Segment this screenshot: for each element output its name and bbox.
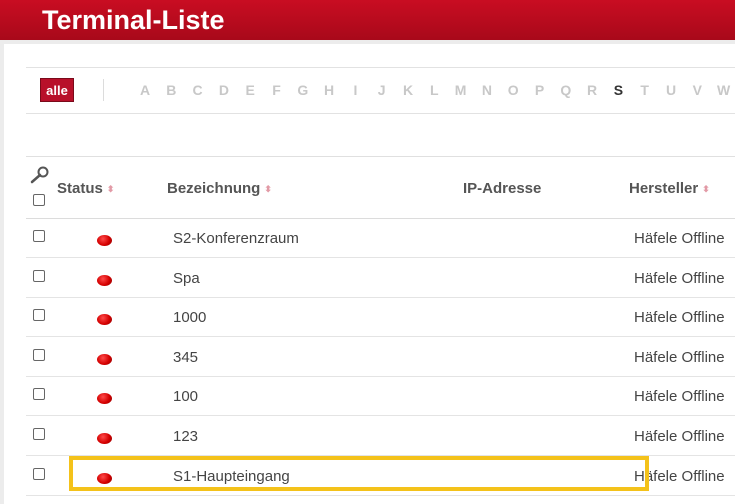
sort-icon[interactable]: ⬍ [107,184,115,194]
table-row[interactable]: Spa Häfele Offline [26,259,735,298]
status-offline-icon [97,393,112,405]
status-offline-icon [97,353,112,365]
letter-filter-a[interactable]: A [136,81,154,99]
letter-filter-f[interactable]: F [268,81,286,99]
filter-all-button[interactable]: alle [40,78,74,102]
search-icon[interactable] [29,166,51,184]
column-header-ip: IP-Adresse [463,180,542,197]
letter-filter-n[interactable]: N [478,81,496,99]
letter-filter-i[interactable]: I [346,81,364,99]
letter-filter-h[interactable]: H [320,81,338,99]
table-row[interactable]: S2-Konferenzraum Häfele Offline [26,219,735,258]
column-header-name[interactable]: Bezeichnung ⬍ [167,181,272,197]
terminal-vendor: Häfele Offline [634,467,725,485]
status-offline-icon [97,274,112,286]
letter-filter-e[interactable]: E [241,81,259,99]
row-checkbox[interactable] [33,348,45,361]
terminal-name[interactable]: Spa [173,270,200,287]
letter-filter-m[interactable]: M [452,81,470,99]
letter-filter-u[interactable]: U [662,81,680,99]
terminal-vendor: Häfele Offline [634,388,725,406]
letter-filter-p[interactable]: P [531,81,549,99]
terminal-vendor: Häfele Offline [634,309,725,327]
terminal-vendor: Häfele Offline [634,230,725,247]
terminal-name[interactable]: 345 [173,349,198,366]
status-offline-icon [97,235,112,246]
row-checkbox[interactable] [33,269,45,282]
column-header-vendor[interactable]: Hersteller ⬍ [629,181,710,197]
letter-filter-w[interactable]: W [715,81,733,99]
page-title: Terminal-Liste [42,5,225,35]
letter-filter-b[interactable]: B [162,81,180,99]
table-row[interactable]: 100 Häfele Offline [26,377,735,417]
letter-filter-k[interactable]: K [399,81,417,99]
status-offline-icon [97,314,112,326]
terminal-name[interactable]: 100 [173,389,198,405]
terminal-vendor: Häfele Offline [634,269,725,287]
sort-icon[interactable]: ⬍ [264,184,272,194]
letter-filter-r[interactable]: R [583,81,601,99]
letter-filter-g[interactable]: G [294,81,312,99]
filter-divider [103,79,104,101]
table-row[interactable]: 345 Häfele Offline [26,338,735,377]
sort-icon[interactable]: ⬍ [702,184,710,194]
status-offline-icon [97,472,112,484]
letter-filter-t[interactable]: T [636,81,654,99]
terminal-name[interactable]: 1000 [173,310,206,326]
status-offline-icon [97,433,112,444]
letter-filter-l[interactable]: L [425,81,443,99]
letter-filter-d[interactable]: D [215,81,233,99]
terminal-vendor: Häfele Offline [634,428,725,445]
page-header: Terminal-Liste [0,0,735,40]
terminal-name[interactable]: 123 [173,429,198,445]
letter-filter-s[interactable]: S [609,81,627,99]
row-checkbox[interactable] [33,230,45,242]
row-checkbox[interactable] [33,467,45,480]
table-row[interactable]: 1000 Häfele Offline [26,298,735,338]
row-checkbox[interactable] [33,309,45,322]
terminal-name[interactable]: S1-Haupteingang [173,468,290,485]
letter-filter-j[interactable]: J [373,81,391,99]
table-row[interactable]: 123 Häfele Offline [26,417,735,456]
letter-filter-v[interactable]: V [688,81,706,99]
table-row[interactable]: S1-Haupteingang Häfele Offline [26,457,735,496]
terminal-vendor: Häfele Offline [634,348,725,366]
terminal-name[interactable]: S2-Konferenzraum [173,231,299,247]
letter-filter-q[interactable]: Q [557,81,575,99]
row-checkbox[interactable] [33,428,45,440]
select-all-checkbox[interactable] [33,194,45,206]
column-header-status[interactable]: Status ⬍ [57,181,114,197]
letter-filter-o[interactable]: O [504,81,522,99]
row-checkbox[interactable] [33,388,45,401]
letter-filter-c[interactable]: C [189,81,207,99]
